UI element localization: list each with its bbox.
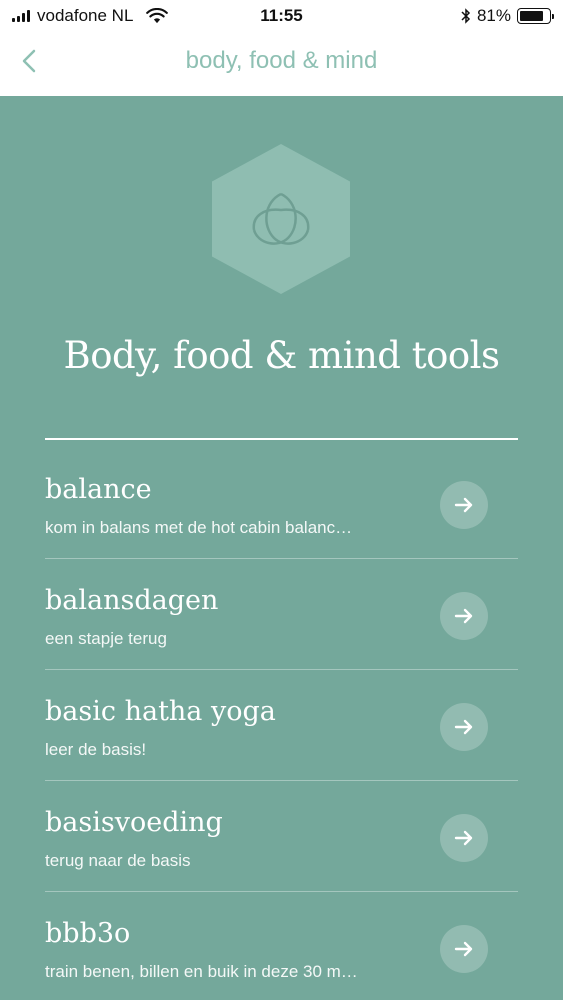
battery-icon	[517, 8, 554, 24]
list-item-title: basic hatha yoga	[45, 696, 276, 727]
list-item-bbb3o[interactable]: bbb3o train benen, billen en buik in dez…	[45, 892, 518, 1000]
list-item-subtitle: leer de basis!	[45, 740, 147, 759]
arrow-right-icon[interactable]	[440, 592, 488, 640]
arrow-right-icon[interactable]	[440, 703, 488, 751]
arrow-right-icon[interactable]	[440, 925, 488, 973]
navigation-bar: body, food & mind	[0, 34, 563, 96]
list-item-title: balansdagen	[45, 585, 219, 616]
list-item-title: balance	[45, 474, 152, 505]
divider	[45, 438, 518, 440]
list-item-balance[interactable]: balance kom in balans met de hot cabin b…	[45, 448, 518, 559]
status-bar: vodafone NL 11:55 81%	[0, 0, 563, 34]
list-item-title: bbb3o	[45, 918, 131, 949]
bluetooth-icon	[461, 8, 471, 24]
page-title: body, food & mind	[185, 47, 378, 74]
battery-fill	[520, 11, 543, 21]
arrow-right-icon[interactable]	[440, 814, 488, 862]
list-item-balansdagen[interactable]: balansdagen een stapje terug	[45, 559, 518, 670]
list-item-basisvoeding[interactable]: basisvoeding terug naar de basis	[45, 781, 518, 892]
battery-percent: 81%	[476, 6, 511, 25]
status-right: 81%	[461, 6, 554, 26]
list-item-subtitle: terug naar de basis	[45, 851, 191, 870]
list-item-subtitle: train benen, billen en buik in deze 30 m…	[45, 962, 358, 981]
list-item-basic-hatha-yoga[interactable]: basic hatha yoga leer de basis!	[45, 670, 518, 781]
trinity-knot-icon	[212, 144, 350, 294]
list-item-title: basisvoeding	[45, 807, 223, 838]
hero-title: Body, food & mind tools	[63, 334, 501, 377]
arrow-right-icon[interactable]	[440, 481, 488, 529]
list-item-subtitle: een stapje terug	[45, 629, 167, 648]
list-item-subtitle: kom in balans met de hot cabin balanc…	[45, 518, 353, 537]
tools-list: balance kom in balans met de hot cabin b…	[45, 448, 518, 1000]
